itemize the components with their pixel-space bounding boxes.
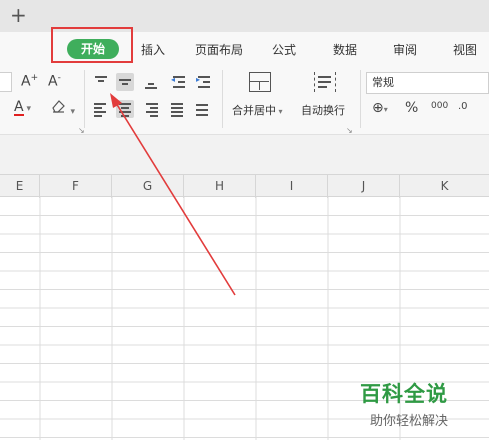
watermark-title: 百科全说 (360, 382, 448, 406)
watermark-subtitle: 助你轻松解决 (370, 414, 449, 429)
annotation-arrow-icon (110, 93, 236, 296)
watermark-logo: 百科全说 助你轻松解决 (360, 378, 480, 438)
spreadsheet-app: + 开始 插入 页面布局 公式 数据 审阅 视图 A+ A- A ▾ ▾ ↘ ◂… (0, 0, 489, 440)
